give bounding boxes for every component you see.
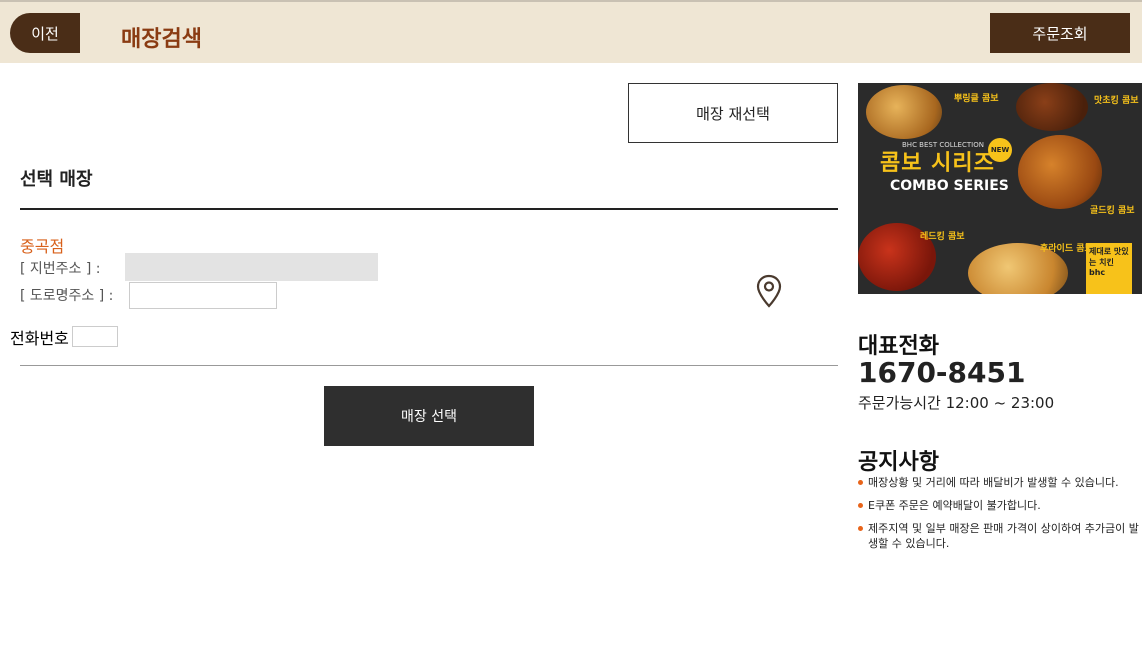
location-pin-icon[interactable]: [755, 274, 783, 308]
bullet-icon: [858, 480, 863, 485]
food-image: [866, 85, 942, 139]
bullet-icon: [858, 503, 863, 508]
banner-item-label: 레드킹 콤보: [920, 232, 965, 242]
jibun-address-value: [125, 253, 378, 281]
notice-text: 제주지역 및 일부 매장은 판매 가격이 상이하여 추가금이 발생할 수 있습니…: [868, 522, 1139, 550]
combo-series-banner[interactable]: 뿌링클 콤보 맛초킹 콤보 골드킹 콤보 레드킹 콤보 후라이드 콤보 BHC …: [858, 83, 1142, 294]
bullet-icon: [858, 526, 863, 531]
phone-label: 전화번호: [10, 329, 69, 348]
banner-item-label: 후라이드 콤보: [1040, 244, 1093, 254]
notice-item: 매장상황 및 거리에 따라 배달비가 발생할 수 있습니다.: [858, 475, 1142, 490]
banner-headline: 콤보 시리즈: [880, 151, 995, 176]
section-divider: [20, 208, 838, 210]
selected-store-heading: 선택 매장: [20, 169, 93, 190]
brand-name: bhc: [1089, 268, 1106, 277]
notice-list: 매장상황 및 거리에 따라 배달비가 발생할 수 있습니다. E쿠폰 주문은 예…: [858, 475, 1142, 559]
notice-item: E쿠폰 주문은 예약배달이 불가합니다.: [858, 498, 1142, 513]
banner-item-label: 골드킹 콤보: [1090, 206, 1135, 216]
jibun-address-label: [ 지번주소 ] :: [20, 261, 101, 277]
banner-headline-en: COMBO SERIES: [890, 178, 1009, 194]
back-button[interactable]: 이전: [10, 13, 80, 53]
brand-slogan: 제대로 맛있는 치킨: [1089, 247, 1129, 267]
banner-item-label: 맛초킹 콤보: [1094, 96, 1139, 106]
order-lookup-button[interactable]: 주문조회: [990, 13, 1130, 53]
store-info-divider: [20, 365, 838, 366]
notice-text: E쿠폰 주문은 예약배달이 불가합니다.: [868, 499, 1041, 512]
road-address-value: [129, 282, 277, 309]
road-address-label: [ 도로명주소 ] :: [20, 288, 114, 304]
top-header: 이전 매장검색 주문조회: [0, 0, 1142, 63]
banner-item-label: 뿌링클 콤보: [954, 94, 999, 104]
notice-title: 공지사항: [858, 450, 939, 475]
store-select-button[interactable]: 매장 선택: [324, 386, 534, 446]
rep-phone-number: 1670-8451: [858, 356, 1026, 389]
phone-value: [72, 326, 118, 347]
store-name: 중곡점: [20, 237, 65, 256]
store-reselect-button[interactable]: 매장 재선택: [628, 83, 838, 143]
page-title: 매장검색: [121, 27, 202, 52]
notice-item: 제주지역 및 일부 매장은 판매 가격이 상이하여 추가금이 발생할 수 있습니…: [858, 521, 1142, 551]
brand-logo: 제대로 맛있는 치킨 bhc: [1086, 243, 1132, 294]
new-badge: NEW: [988, 138, 1012, 162]
food-image: [1016, 83, 1088, 131]
food-image: [1018, 135, 1102, 209]
notice-text: 매장상황 및 거리에 따라 배달비가 발생할 수 있습니다.: [868, 476, 1119, 489]
order-hours: 주문가능시간 12:00 ~ 23:00: [858, 394, 1055, 412]
